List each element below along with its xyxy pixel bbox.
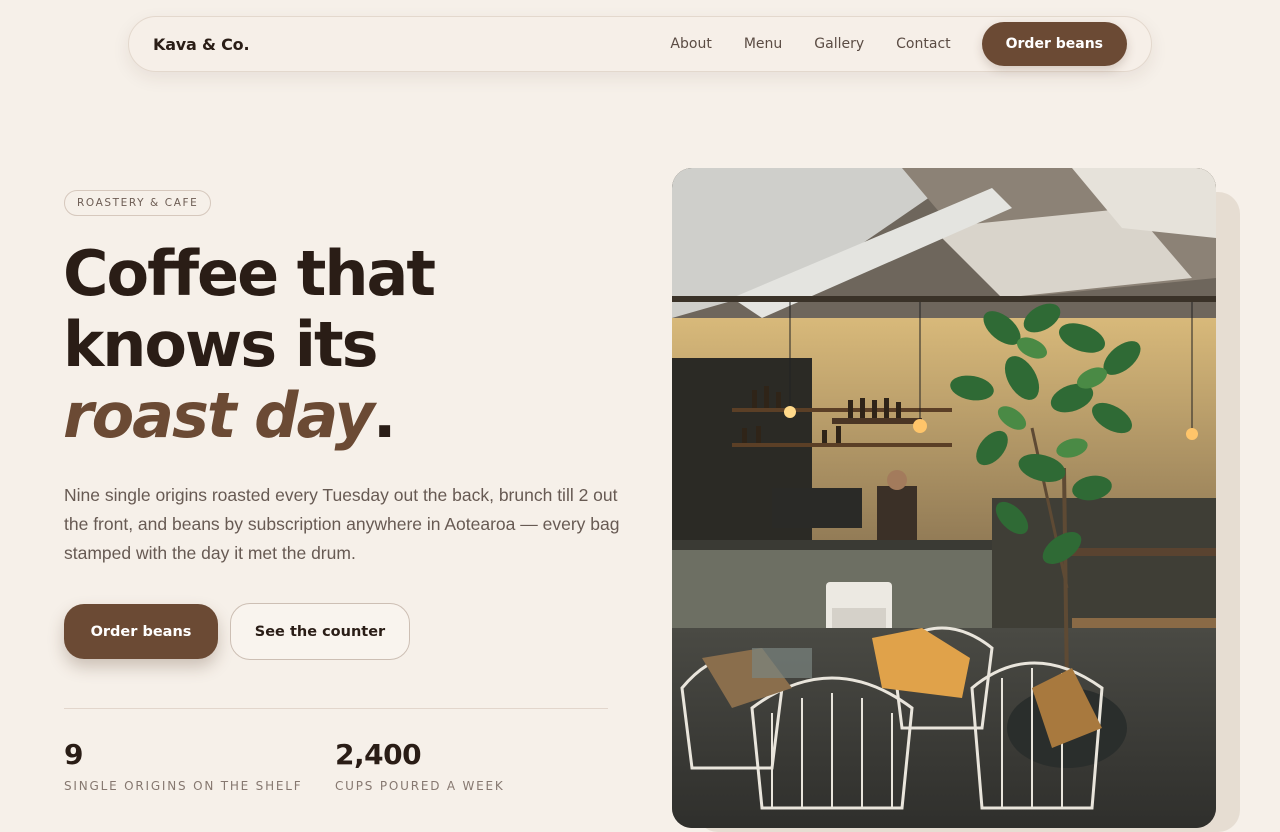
top-nav: Kava & Co. About Menu Gallery Contact Or… bbox=[128, 16, 1152, 72]
headline-line-2: knows its bbox=[63, 308, 379, 381]
hero-description: Nine single origins roasted every Tuesda… bbox=[64, 485, 620, 563]
nav-link-about[interactable]: About bbox=[670, 36, 711, 52]
brand-logo[interactable]: Kava & Co. bbox=[153, 35, 250, 54]
stat-value: 2,400 bbox=[335, 738, 422, 771]
order-beans-button[interactable]: Order beans bbox=[64, 604, 218, 659]
headline-period: . bbox=[372, 379, 397, 452]
stat-cups-poured: 2,400 CUPS POURED A WEEK bbox=[335, 738, 505, 793]
headline-accent: roast day bbox=[63, 379, 375, 452]
nav-link-menu[interactable]: Menu bbox=[744, 36, 782, 52]
nav-order-beans-button[interactable]: Order beans bbox=[981, 22, 1127, 66]
stat-value: 9 bbox=[64, 738, 83, 771]
hero-headline: Coffee that knows its roast day. bbox=[63, 237, 436, 452]
stat-label: SINGLE ORIGINS ON THE SHELF bbox=[64, 779, 303, 793]
nav-links: About Menu Gallery Contact bbox=[670, 36, 950, 52]
stat-single-origins: 9 SINGLE ORIGINS ON THE SHELF bbox=[64, 738, 302, 793]
nav-link-contact[interactable]: Contact bbox=[896, 36, 950, 52]
cafe-illustration bbox=[672, 168, 1216, 828]
headline-line-1: Coffee that bbox=[63, 237, 436, 310]
nav-link-gallery[interactable]: Gallery bbox=[814, 36, 864, 52]
stats-divider bbox=[64, 708, 608, 709]
eyebrow-badge: ROASTERY & CAFE bbox=[64, 190, 212, 216]
see-the-counter-button[interactable]: See the counter bbox=[230, 603, 410, 660]
cafe-interior-photo bbox=[672, 168, 1216, 828]
stat-label: CUPS POURED A WEEK bbox=[335, 779, 505, 793]
